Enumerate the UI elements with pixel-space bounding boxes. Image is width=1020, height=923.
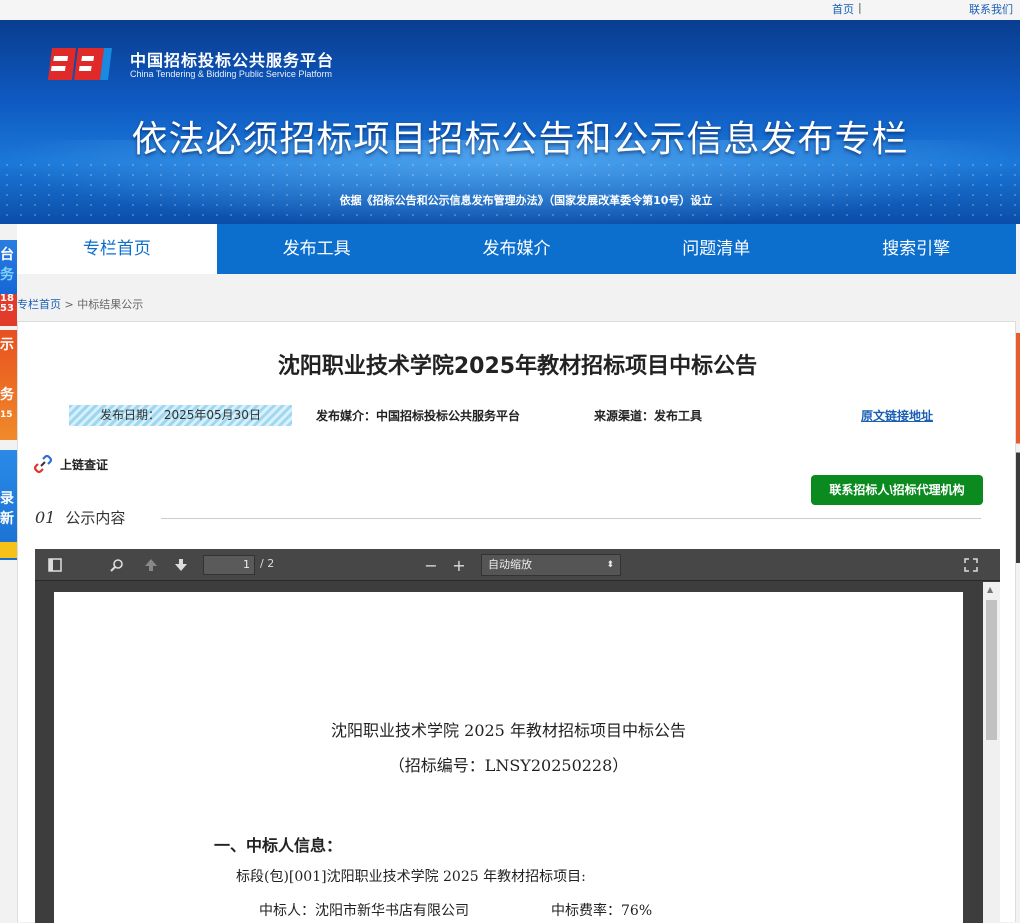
previous-page-icon[interactable] [141,555,161,575]
nav-tab-publish-media[interactable]: 发布媒介 [417,224,617,274]
doc-rate: 中标费率：76% [551,903,653,919]
banner-basis: 依据《招标公告和公示信息发布管理办法》（国家发展改革委令第10号）设立 [339,194,713,207]
page-title: 沈阳职业技术学院2025年教材招标项目中标公告 [277,354,758,379]
platform-name-en: China Tendering & Bidding Public Service… [130,69,332,79]
left-ad-3-mid: 新 [0,511,14,527]
nav-tab-faq[interactable]: 问题清单 [616,224,816,274]
section-divider [161,518,981,519]
contact-tenderer-button[interactable]: 联系招标人\招标代理机构 [811,475,983,505]
breadcrumb: 专栏首页 > 中标结果公示 [17,296,143,312]
header-banner: 中国招标投标公共服务平台 China Tendering & Bidding P… [0,20,1020,224]
nav-tab-column-home[interactable]: 专栏首页 [17,224,217,274]
breadcrumb-home[interactable]: 专栏首页 [17,298,61,311]
page-number-input[interactable]: 1 [203,555,255,575]
left-ad-2-bottom: 15 [0,410,13,420]
source-channel: 来源渠道：发布工具 [594,409,703,423]
doc-lot: 标段(包)[001]沈阳职业技术学院 2025 年教材招标项目: [236,869,586,885]
breadcrumb-arrow: > [64,298,74,311]
platform-name-cn: 中国招标投标公共服务平台 [130,51,335,70]
doc-code: （招标编号：LNSY20250228） [388,756,629,775]
left-ad-3[interactable]: 录 新 [0,450,17,560]
publish-media: 发布媒介：中国招标投标公共服务平台 [316,409,521,423]
platform-logo-icon[interactable] [44,42,116,86]
nav-tab-search-engine[interactable]: 搜索引擎 [816,224,1016,274]
original-link[interactable]: 原文链接地址 [861,407,933,424]
doc-winner: 中标人：沈阳市新华书店有限公司 [259,903,469,919]
left-ad-1-red: 18 53 [0,294,17,326]
home-link[interactable]: 首页 [832,1,854,17]
select-arrows-icon: ⬍ [606,560,614,570]
pdf-toolbar: 1 / 2 − + 自动缩放 ⬍ [35,549,1000,581]
page-count: / 2 [260,557,275,570]
pdf-page: 沈阳职业技术学院 2025 年教材招标项目中标公告 （招标编号：LNSY2025… [54,592,963,923]
left-ad-3-badge [0,542,17,558]
search-icon[interactable] [107,555,127,575]
left-ads: 台 务 18 53 示 务 15 录 新 [0,214,17,564]
sidebar-toggle-icon[interactable] [45,555,65,575]
zoom-in-icon[interactable]: + [449,555,469,575]
top-separator: | [858,1,862,14]
fullscreen-icon[interactable] [961,555,981,575]
main-nav: 专栏首页 发布工具 发布媒介 问题清单 搜索引擎 [17,224,1016,274]
doc-heading: 一、中标人信息： [214,836,343,855]
publish-date: 发布日期： 2025年05月30日 [69,405,292,426]
banner-headline: 依法必须招标项目招标公告和公示信息发布专栏 [131,119,909,160]
left-ad-1[interactable]: 台 务 18 53 [0,240,17,326]
zoom-value: 自动缩放 [488,558,532,571]
contact-us-link[interactable]: 联系我们 [969,1,1013,17]
article-panel: 沈阳职业技术学院2025年教材招标项目中标公告 发布日期： 2025年05月30… [17,321,1016,923]
nav-tab-publish-tool[interactable]: 发布工具 [217,224,417,274]
chain-verify[interactable]: 上链查证 [34,455,108,473]
pdf-viewer: 1 / 2 − + 自动缩放 ⬍ ▲ 沈阳职业技术学院 2025 年教材招标项目… [35,549,1000,923]
top-bar: 首页 | 联系我们 [0,0,1020,20]
section-heading: 01 公示内容 [35,507,125,528]
chain-link-icon [34,455,52,473]
section-label: 公示内容 [65,509,126,527]
left-ad-2[interactable]: 示 务 15 [0,330,17,440]
section-number: 01 [35,508,56,527]
left-ad-2-mid: 务 [0,387,14,403]
zoom-select[interactable]: 自动缩放 ⬍ [481,554,621,576]
left-ad-3-top: 录 [0,491,14,507]
zoom-out-icon[interactable]: − [421,555,441,575]
left-ad-1-mid: 务 [0,267,14,283]
left-ad-1-top: 台 [0,247,14,263]
scroll-up-icon[interactable]: ▲ [987,585,993,594]
chain-verify-label: 上链查证 [60,457,109,472]
breadcrumb-current: 中标结果公示 [77,298,144,311]
pdf-scroll-thumb[interactable] [986,600,997,740]
next-page-icon[interactable] [171,555,191,575]
left-ad-2-top: 示 [0,337,14,353]
doc-title: 沈阳职业技术学院 2025 年教材招标项目中标公告 [331,721,686,740]
